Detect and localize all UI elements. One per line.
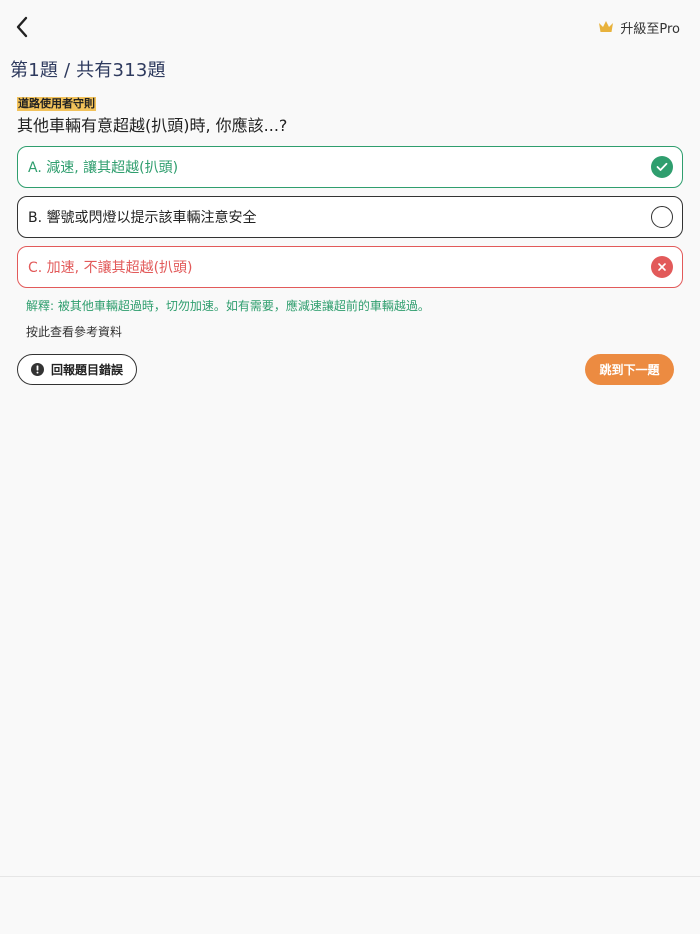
- explanation-text: 解釋: 被其他車輛超過時，切勿加速。如有需要，應減速讓超前的車輛越過。: [26, 299, 430, 313]
- close-icon: [651, 256, 673, 278]
- option-a[interactable]: A. 減速, 讓其超越(扒頭): [17, 146, 683, 188]
- option-a-label: A. 減速, 讓其超越(扒頭): [28, 160, 179, 176]
- upgrade-pro-button[interactable]: 升級至Pro: [598, 16, 680, 38]
- empty-circle-icon: [651, 206, 673, 228]
- option-b-label: B. 響號或閃燈以提示該車輛注意安全: [28, 210, 257, 226]
- category-tag: 道路使用者守則: [17, 97, 96, 111]
- check-icon: [651, 156, 673, 178]
- quiz-screen: 升級至Pro 第1題 / 共有313題 道路使用者守則 其他車輛有意超越(扒頭)…: [0, 0, 700, 934]
- next-question-button[interactable]: 跳到下一題: [585, 354, 674, 385]
- option-c[interactable]: C. 加速, 不讓其超越(扒頭): [17, 246, 683, 288]
- bottom-divider: [0, 876, 700, 877]
- report-error-button[interactable]: 回報題目錯誤: [17, 354, 137, 385]
- report-error-label: 回報題目錯誤: [50, 363, 123, 377]
- option-b[interactable]: B. 響號或閃燈以提示該車輛注意安全: [17, 196, 683, 238]
- crown-icon: [599, 21, 614, 32]
- reference-link[interactable]: 按此查看參考資料: [26, 323, 122, 340]
- next-question-label: 跳到下一題: [599, 363, 660, 377]
- option-c-label: C. 加速, 不讓其超越(扒頭): [28, 260, 193, 276]
- back-button[interactable]: [8, 12, 36, 42]
- chevron-left-icon: [16, 16, 28, 38]
- question-progress-title: 第1題 / 共有313題: [10, 60, 166, 81]
- upgrade-pro-label: 升級至Pro: [620, 21, 680, 37]
- info-icon: [30, 363, 44, 376]
- question-text: 其他車輛有意超越(扒頭)時, 你應該...?: [17, 116, 288, 135]
